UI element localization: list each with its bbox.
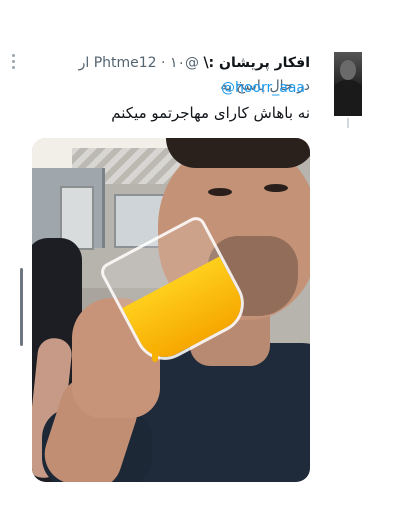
more-options-icon[interactable] (12, 54, 16, 69)
more-dot (12, 60, 15, 63)
avatar-shoulders (334, 80, 362, 116)
user-avatar[interactable] (334, 52, 362, 116)
more-dot (12, 66, 15, 69)
man-eye (208, 188, 232, 196)
display-name[interactable]: افکار پریشان :\ (203, 55, 310, 71)
man-hair (166, 138, 310, 168)
tweet-text: نه باهاش کارای مهاجرتمو میکنم (111, 104, 310, 122)
reply-mention-link[interactable]: @hoorr_aaa (221, 80, 305, 96)
tweet-header: افکار پریشان :\ @Phtme12 · ۱۰ ار (79, 54, 310, 72)
separator-dot: · (161, 55, 166, 71)
juice-drip (152, 344, 158, 362)
avatar-face (340, 60, 356, 80)
scrollbar[interactable] (20, 268, 23, 346)
thread-line (347, 118, 349, 128)
more-dot (12, 54, 15, 57)
man-eye (264, 184, 288, 192)
tweet-media-image[interactable] (32, 138, 310, 482)
